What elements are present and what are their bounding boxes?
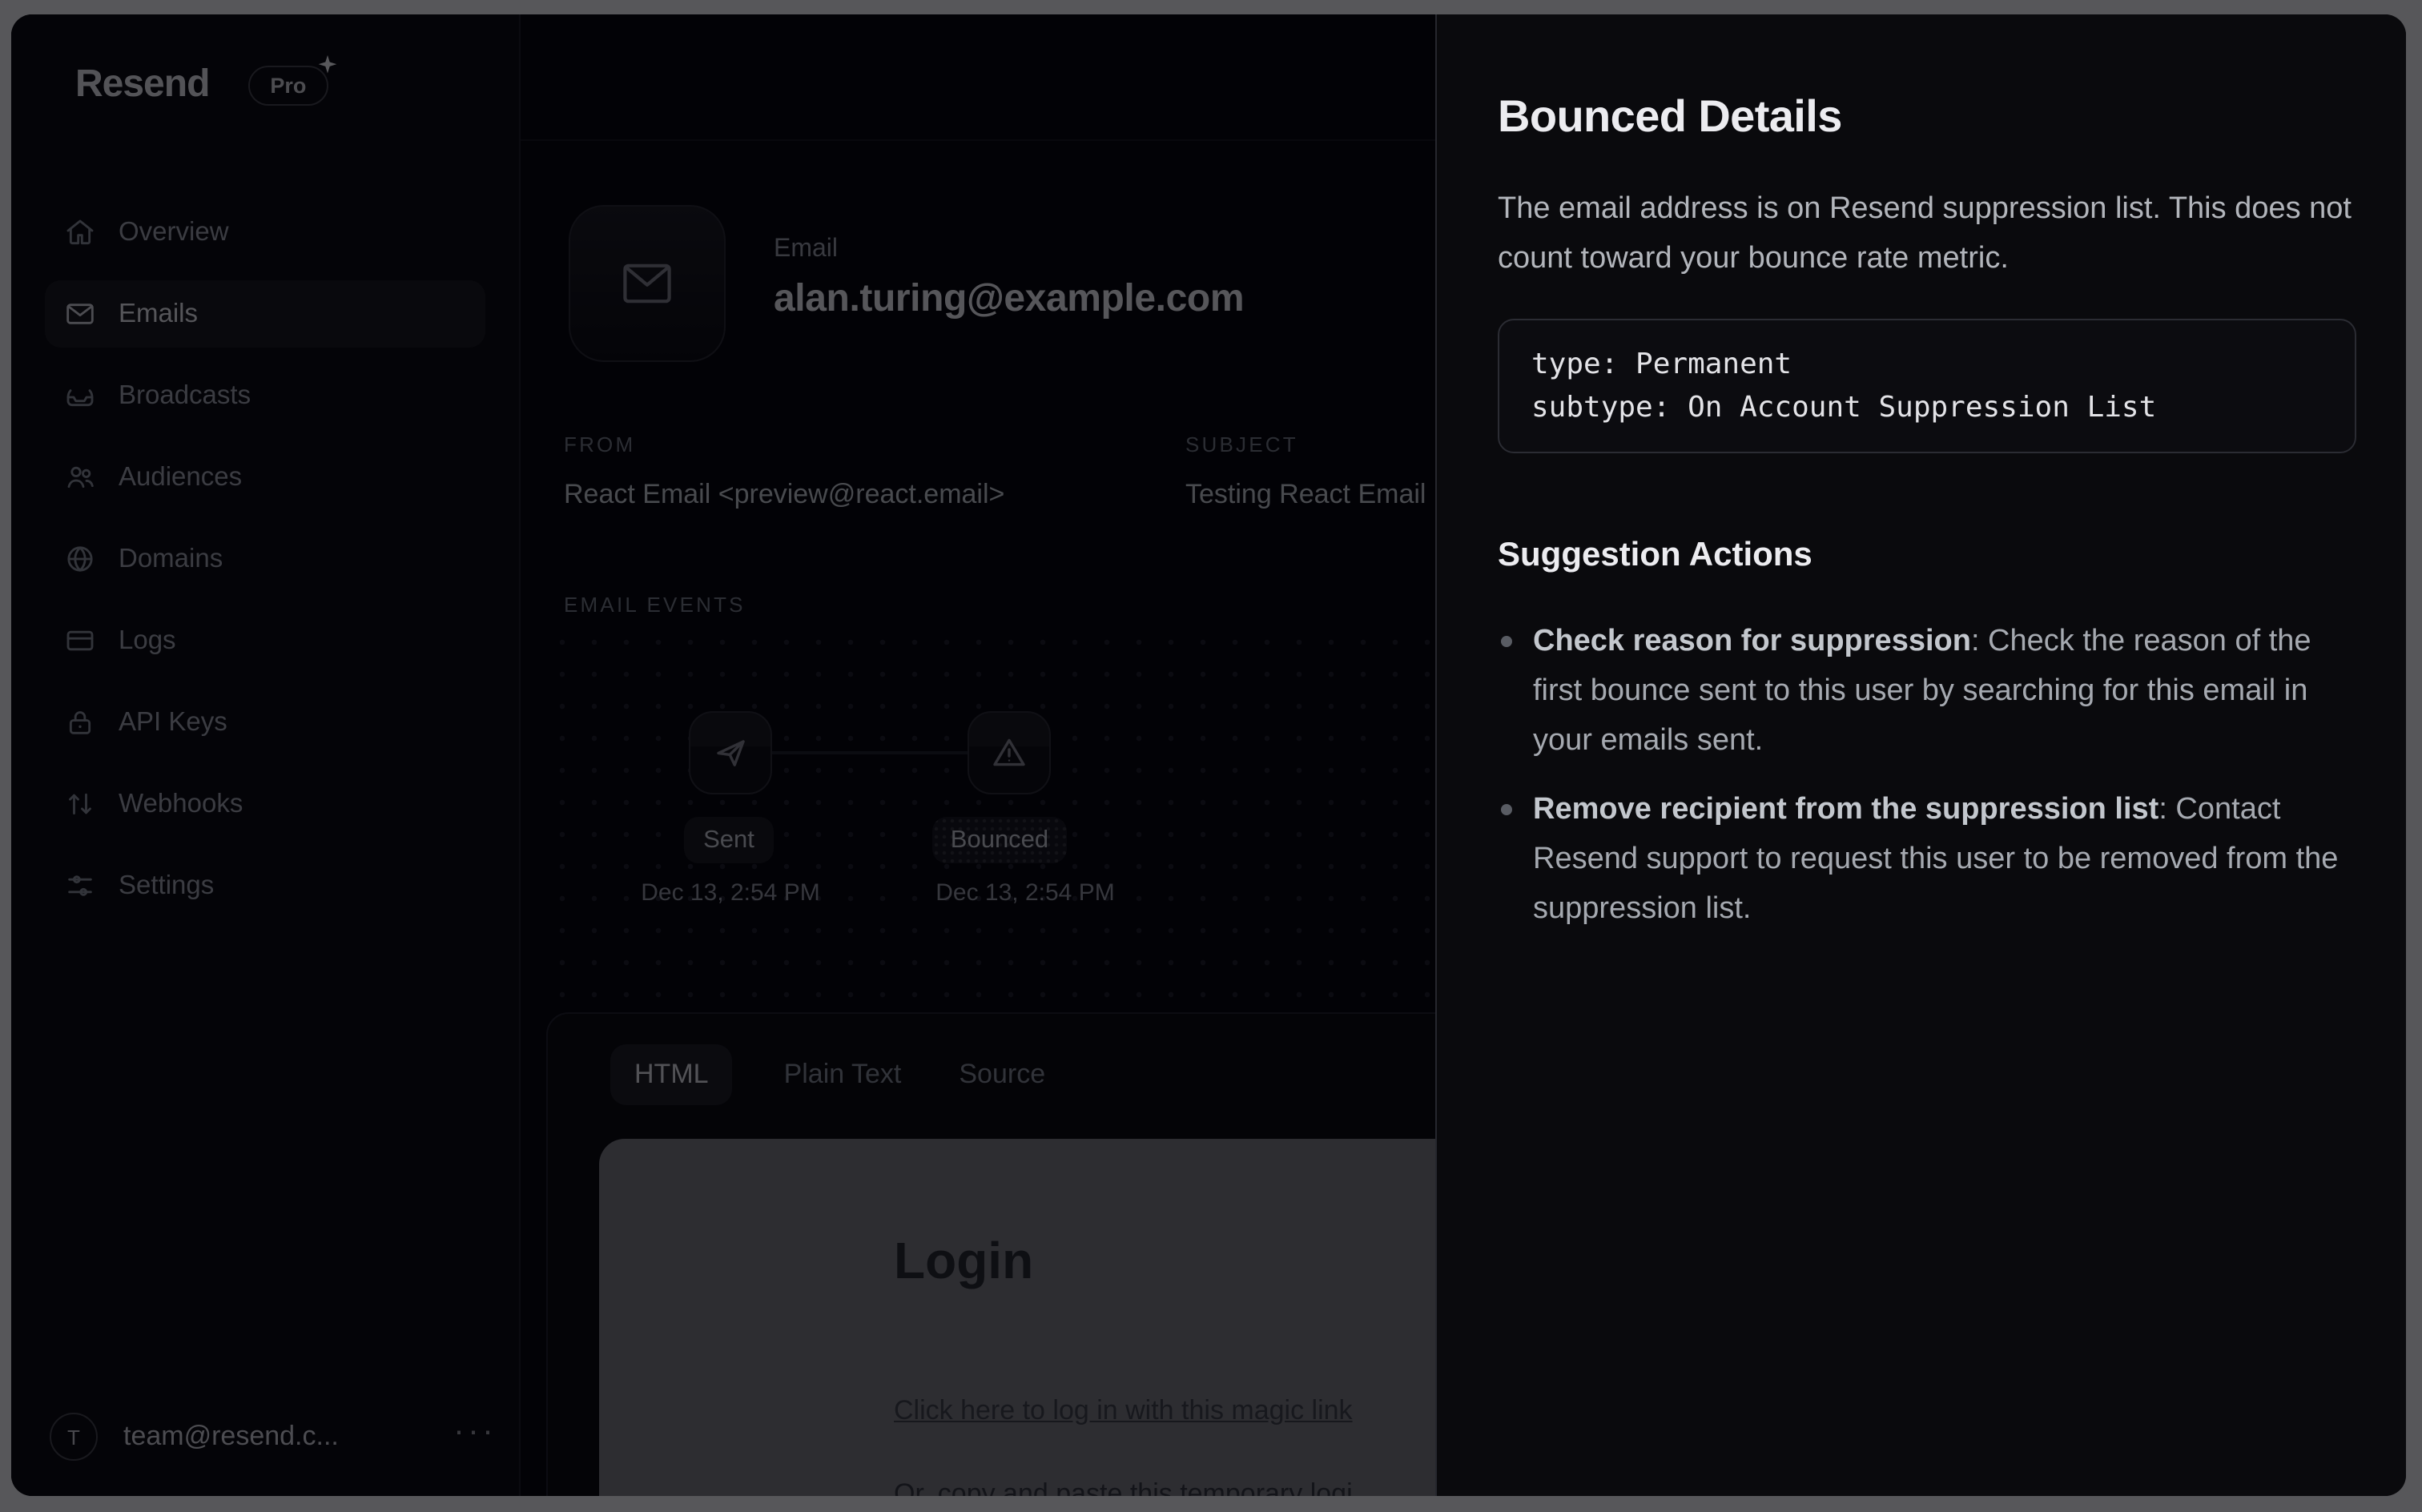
resend-app-window: Resend Pro Overview Emails: [11, 14, 2406, 1496]
bounced-details-panel: Bounced Details The email address is on …: [1435, 14, 2406, 1496]
suggestion-item: Remove recipient from the suppression li…: [1498, 785, 2363, 934]
suggestion-item: Check reason for suppression: Check the …: [1498, 617, 2363, 766]
bounce-subtype-line: subtype: On Account Suppression List: [1531, 391, 2156, 424]
panel-description: The email address is on Resend suppressi…: [1498, 184, 2353, 284]
bounce-type-line: type: Permanent: [1531, 348, 1792, 381]
dim-overlay: [521, 14, 1435, 1496]
panel-title: Bounced Details: [1498, 91, 2358, 143]
app-left-region: Resend Pro Overview Emails: [11, 14, 1435, 1496]
suggestion-lead: Remove recipient from the suppression li…: [1533, 793, 2158, 826]
suggestions-list: Check reason for suppression: Check the …: [1498, 617, 2363, 934]
suggestions-title: Suggestion Actions: [1498, 537, 2358, 575]
screenshot-stage: Resend Pro Overview Emails: [0, 0, 2422, 1512]
main-content: Email alan.turing@example.com FROM React…: [521, 14, 1435, 1496]
sidebar-dim-overlay: [11, 14, 521, 1496]
bounce-code-block: type: Permanent subtype: On Account Supp…: [1498, 319, 2356, 453]
suggestion-lead: Check reason for suppression: [1533, 625, 1971, 658]
